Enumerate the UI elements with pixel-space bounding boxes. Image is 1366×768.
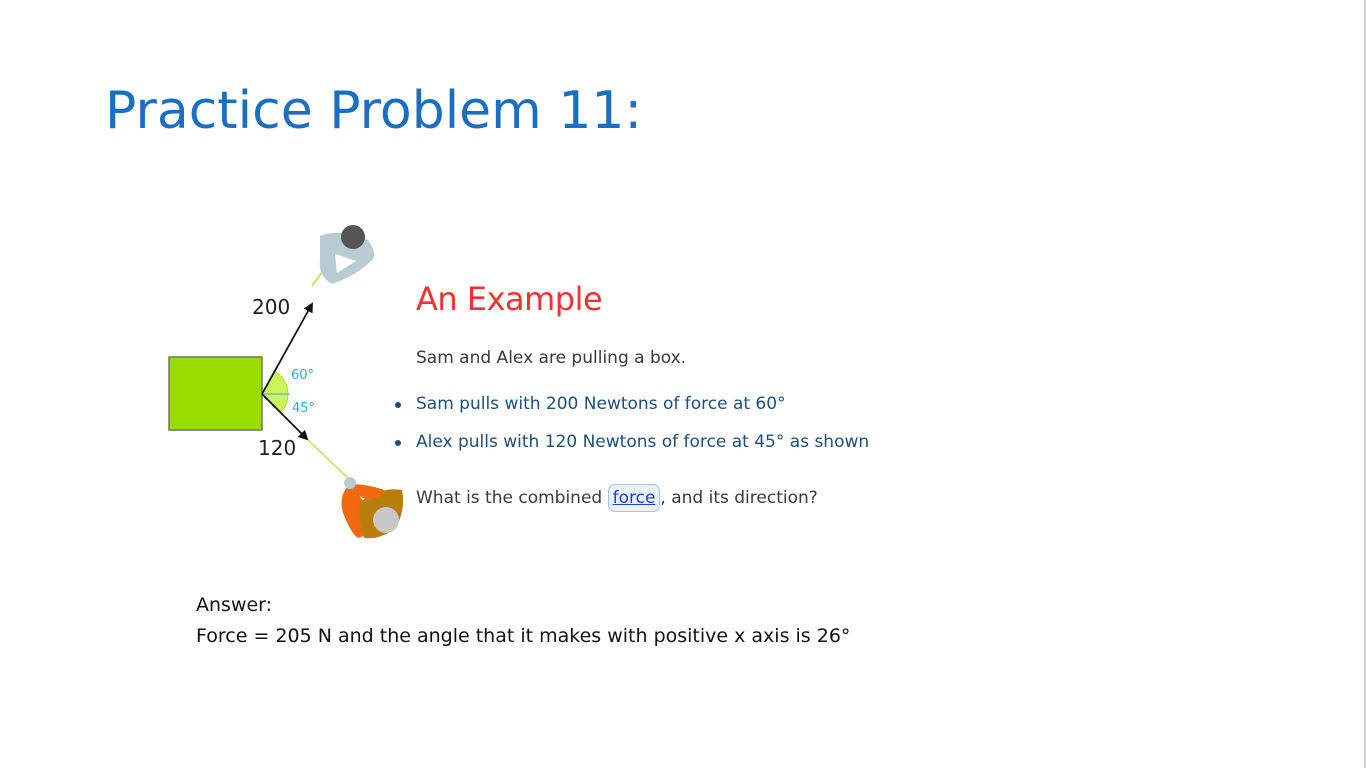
bullet-dot-icon xyxy=(395,440,401,446)
bullet-item-sam: Sam pulls with 200 Newtons of force at 6… xyxy=(392,394,869,432)
box xyxy=(168,356,263,431)
example-bullets: Sam pulls with 200 Newtons of force at 6… xyxy=(392,394,869,470)
example-intro: Sam and Alex are pulling a box. xyxy=(416,348,687,368)
example-question: What is the combined force, and its dire… xyxy=(416,484,818,512)
person-sam-icon xyxy=(319,225,375,284)
person-alex-icon xyxy=(341,477,404,539)
rope-bottom xyxy=(307,439,351,481)
answer-block: Answer: Force = 205 N and the angle that… xyxy=(196,590,850,652)
bullet-text-sam: Sam pulls with 200 Newtons of force at 6… xyxy=(416,394,786,414)
example-title: An Example xyxy=(416,280,603,318)
answer-text: Force = 205 N and the angle that it make… xyxy=(196,625,851,647)
force-diagram: 200 120 60° 45° xyxy=(160,218,410,548)
answer-label: Answer: xyxy=(196,594,273,616)
question-text-after: , and its direction? xyxy=(660,488,818,508)
angle-label-45: 45° xyxy=(292,401,315,416)
slide-title: Practice Problem 11: xyxy=(105,81,643,141)
force-label-200: 200 xyxy=(252,295,290,319)
bullet-dot-icon xyxy=(395,402,401,408)
force-label-120: 120 xyxy=(258,436,296,460)
bullet-text-alex: Alex pulls with 120 Newtons of force at … xyxy=(416,432,870,452)
force-link[interactable]: force xyxy=(607,484,661,512)
bullet-item-alex: Alex pulls with 120 Newtons of force at … xyxy=(392,432,869,470)
question-text-before: What is the combined xyxy=(416,488,608,508)
force-diagram-svg: 200 120 60° 45° xyxy=(168,225,404,539)
angle-wedge-60 xyxy=(261,370,289,395)
angle-label-60: 60° xyxy=(291,368,314,383)
